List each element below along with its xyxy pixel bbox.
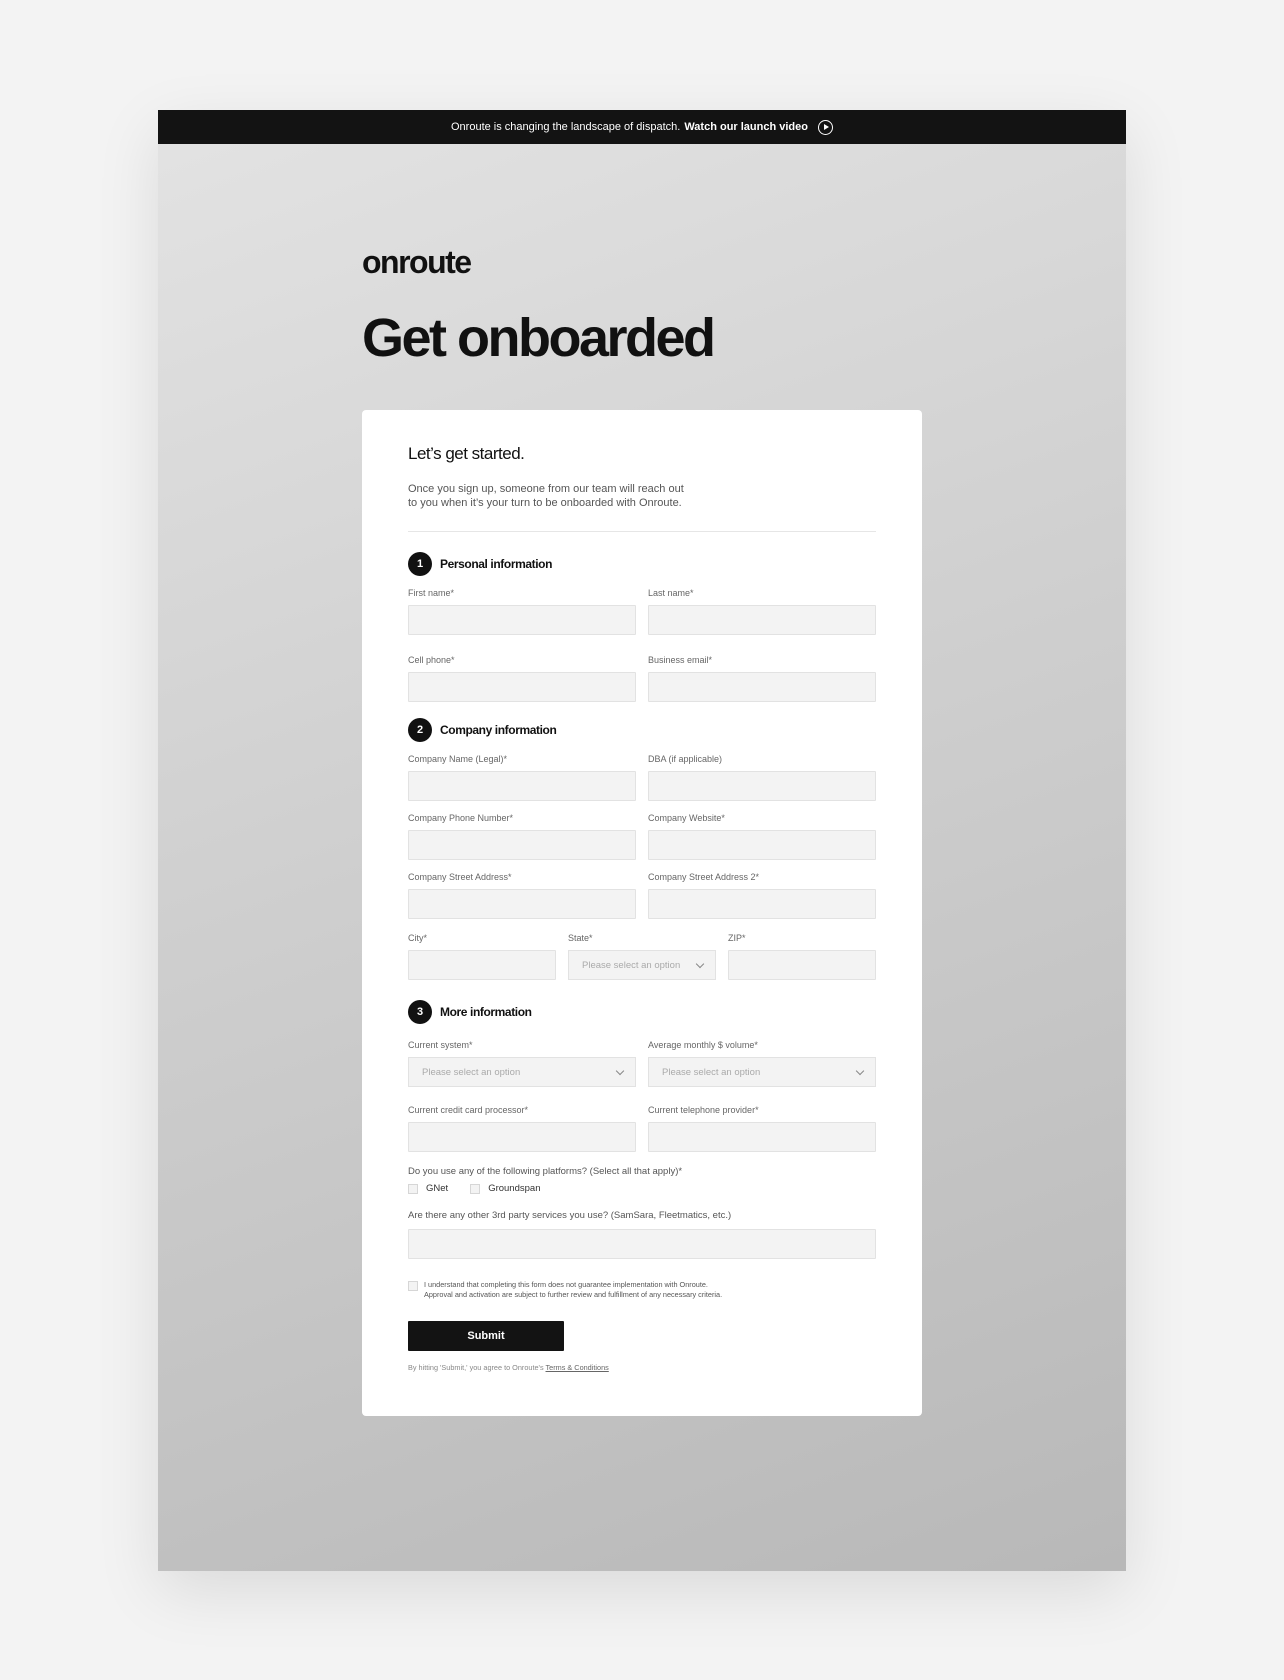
- first-name-label: First name*: [408, 588, 455, 598]
- last-name-label: Last name*: [648, 588, 694, 598]
- third-party-question: Are there any other 3rd party services y…: [408, 1210, 732, 1221]
- step-number-badge: 3: [408, 1000, 432, 1024]
- terms-link[interactable]: Terms & Conditions: [546, 1363, 609, 1372]
- submit-button[interactable]: Submit: [408, 1321, 564, 1351]
- company-website-label: Company Website*: [648, 813, 725, 823]
- section-personal-information: 1 Personal information: [408, 552, 876, 576]
- monthly-volume-select[interactable]: Please select an option: [648, 1057, 876, 1087]
- chevron-down-icon: [615, 1066, 625, 1075]
- city-label: City*: [408, 933, 428, 943]
- chevron-down-icon: [855, 1066, 865, 1075]
- launch-video-link[interactable]: Watch our launch video: [684, 121, 808, 133]
- street-address-2-input[interactable]: [648, 889, 876, 919]
- section-company-information: 2 Company information: [408, 718, 876, 742]
- checkbox-label: Groundspan: [488, 1183, 541, 1194]
- cell-phone-input[interactable]: [408, 672, 636, 702]
- platforms-checkboxes: GNet Groundspan: [408, 1183, 876, 1194]
- city-input[interactable]: [408, 950, 556, 980]
- legal-note: By hitting 'Submit,' you agree to Onrout…: [408, 1363, 876, 1372]
- select-placeholder: Please select an option: [662, 1066, 761, 1078]
- form-description-line: to you when it’s your turn to be onboard…: [408, 497, 682, 509]
- section-title: Company information: [440, 723, 557, 737]
- step-number-badge: 1: [408, 552, 432, 576]
- legal-text: By hitting 'Submit,' you agree to Onrout…: [408, 1363, 544, 1372]
- business-email-input[interactable]: [648, 672, 876, 702]
- checkbox-label: GNet: [426, 1183, 449, 1194]
- agreement-text: I understand that completing this form d…: [424, 1280, 722, 1300]
- current-system-label: Current system*: [408, 1040, 473, 1050]
- monthly-volume-label: Average monthly $ volume*: [648, 1040, 758, 1050]
- main-content: onroute Get onboarded Let’s get started.…: [362, 244, 922, 1416]
- groundspan-checkbox[interactable]: Groundspan: [470, 1183, 540, 1194]
- zip-input[interactable]: [728, 950, 876, 980]
- dba-label: DBA (if applicable): [648, 754, 723, 764]
- cell-phone-label: Cell phone*: [408, 655, 455, 665]
- street-address-2-label: Company Street Address 2*: [648, 872, 760, 882]
- step-number-badge: 2: [408, 718, 432, 742]
- company-phone-input[interactable]: [408, 830, 636, 860]
- cc-processor-input[interactable]: [408, 1122, 636, 1152]
- section-title: Personal information: [440, 557, 553, 571]
- company-name-label: Company Name (Legal)*: [408, 754, 508, 764]
- dba-input[interactable]: [648, 771, 876, 801]
- company-website-input[interactable]: [648, 830, 876, 860]
- banner-text: Onroute is changing the landscape of dis…: [451, 121, 681, 133]
- street-address-label: Company Street Address*: [408, 872, 512, 882]
- company-name-input[interactable]: [408, 771, 636, 801]
- state-select[interactable]: Please select an option: [568, 950, 716, 980]
- select-placeholder: Please select an option: [422, 1066, 521, 1078]
- form-description-line: Once you sign up, someone from our team …: [408, 483, 684, 495]
- select-placeholder: Please select an option: [582, 959, 681, 971]
- agreement-line: I understand that completing this form d…: [424, 1280, 708, 1289]
- third-party-input[interactable]: [408, 1229, 876, 1259]
- onroute-logo[interactable]: onroute: [362, 246, 922, 278]
- cc-processor-label: Current credit card processor*: [408, 1105, 529, 1115]
- current-system-select[interactable]: Please select an option: [408, 1057, 636, 1087]
- telephone-provider-input[interactable]: [648, 1122, 876, 1152]
- agreement-line: Approval and activation are subject to f…: [424, 1290, 723, 1299]
- form-description: Once you sign up, someone from our team …: [408, 482, 688, 510]
- page-title: Get onboarded: [362, 308, 716, 368]
- section-title: More information: [440, 1005, 532, 1019]
- divider: [408, 531, 876, 532]
- business-email-label: Business email*: [648, 655, 713, 665]
- checkbox-box[interactable]: [408, 1183, 418, 1194]
- section-more-information: 3 More information: [408, 1000, 876, 1024]
- state-label: State*: [568, 933, 593, 943]
- agreement-checkbox[interactable]: I understand that completing this form d…: [408, 1280, 876, 1300]
- announcement-banner: Onroute is changing the landscape of dis…: [158, 110, 1126, 144]
- chevron-down-icon: [695, 959, 705, 968]
- checkbox-box[interactable]: [470, 1183, 481, 1194]
- zip-label: ZIP*: [728, 933, 746, 943]
- play-icon[interactable]: [818, 119, 833, 135]
- checkbox-box[interactable]: [408, 1281, 418, 1291]
- page-frame: Onroute is changing the landscape of dis…: [158, 110, 1126, 1571]
- onboarding-form-card: Let’s get started. Once you sign up, som…: [362, 410, 922, 1416]
- street-address-input[interactable]: [408, 889, 636, 919]
- last-name-input[interactable]: [648, 605, 876, 635]
- first-name-input[interactable]: [408, 605, 636, 635]
- platforms-question: Do you use any of the following platform…: [408, 1166, 683, 1177]
- company-phone-label: Company Phone Number*: [408, 813, 514, 823]
- form-title: Let’s get started.: [408, 444, 525, 463]
- gnet-checkbox[interactable]: GNet: [408, 1183, 448, 1194]
- telephone-provider-label: Current telephone provider*: [648, 1105, 759, 1115]
